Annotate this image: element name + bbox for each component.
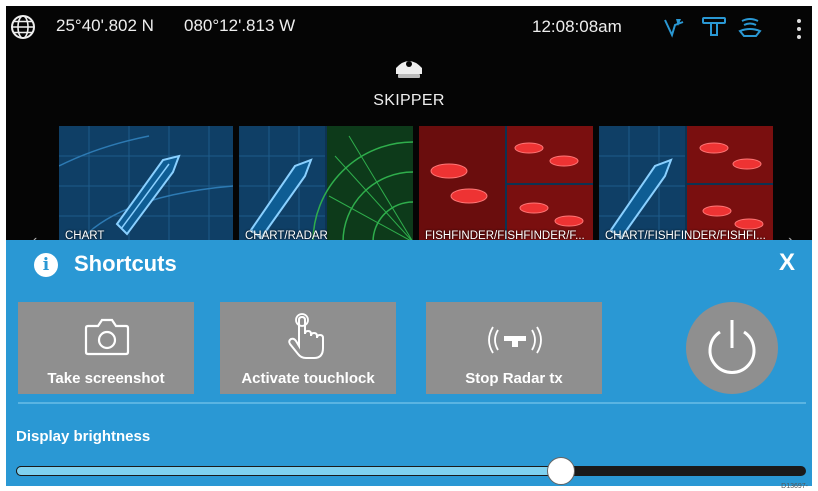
app-tile-chart[interactable]: CHART (59, 126, 233, 242)
app-tile-chart-radar[interactable]: CHART/RADAR (239, 126, 413, 242)
status-bar: 25°40'.802 N 080°12'.813 W 12:08:08am (6, 6, 812, 46)
profile-name[interactable]: SKIPPER (6, 92, 812, 110)
button-label: Stop Radar tx (465, 370, 563, 387)
app-tile-fishfinder[interactable]: FISHFINDER/FISHFINDER/F... (419, 126, 593, 242)
button-label: Take screenshot (47, 370, 165, 387)
latitude-readout: 25°40'.802 N (56, 16, 154, 35)
activate-touchlock-button[interactable]: Activate touchlock (220, 302, 396, 394)
camera-icon (84, 318, 130, 356)
sonar-icon[interactable] (738, 16, 762, 38)
app-tile-chart-fishfinder[interactable]: CHART/FISHFINDER/FISHFI... (599, 126, 773, 242)
fishfinder-preview-icon (419, 126, 593, 242)
stop-radar-tx-button[interactable]: Stop Radar tx (426, 302, 602, 394)
brightness-slider-thumb[interactable] (547, 457, 576, 485)
radar-scanner-icon[interactable] (702, 16, 726, 38)
button-label: Activate touchlock (241, 370, 375, 387)
gps-globe-icon[interactable] (10, 14, 36, 40)
panel-title: Shortcuts (74, 251, 177, 276)
power-button[interactable] (686, 302, 778, 394)
power-icon (708, 320, 756, 374)
chart-radar-preview-icon (239, 126, 413, 242)
brightness-slider-fill (16, 466, 562, 476)
document-code: D13697- (781, 483, 808, 490)
chart-preview-icon (59, 126, 233, 242)
shortcuts-panel: i Shortcuts X Take screenshot Activate t… (6, 240, 812, 486)
touch-hand-icon (288, 313, 324, 359)
radar-transmit-icon (488, 326, 542, 354)
take-screenshot-button[interactable]: Take screenshot (18, 302, 194, 394)
captain-hat-icon[interactable] (392, 52, 426, 82)
chart-fishfinder-preview-icon (599, 126, 773, 242)
close-button[interactable]: X (779, 249, 795, 277)
longitude-readout: 080°12'.813 W (184, 16, 296, 35)
info-icon: i (34, 253, 58, 277)
menu-kebab-icon[interactable] (794, 16, 804, 40)
chart-fix-icon[interactable] (662, 16, 686, 38)
divider (18, 402, 806, 404)
brightness-label: Display brightness (16, 428, 151, 445)
brightness-slider[interactable] (16, 457, 806, 485)
time-readout: 12:08:08am (532, 17, 622, 36)
display-screen: 25°40'.802 N 080°12'.813 W 12:08:08am SK… (6, 6, 812, 486)
